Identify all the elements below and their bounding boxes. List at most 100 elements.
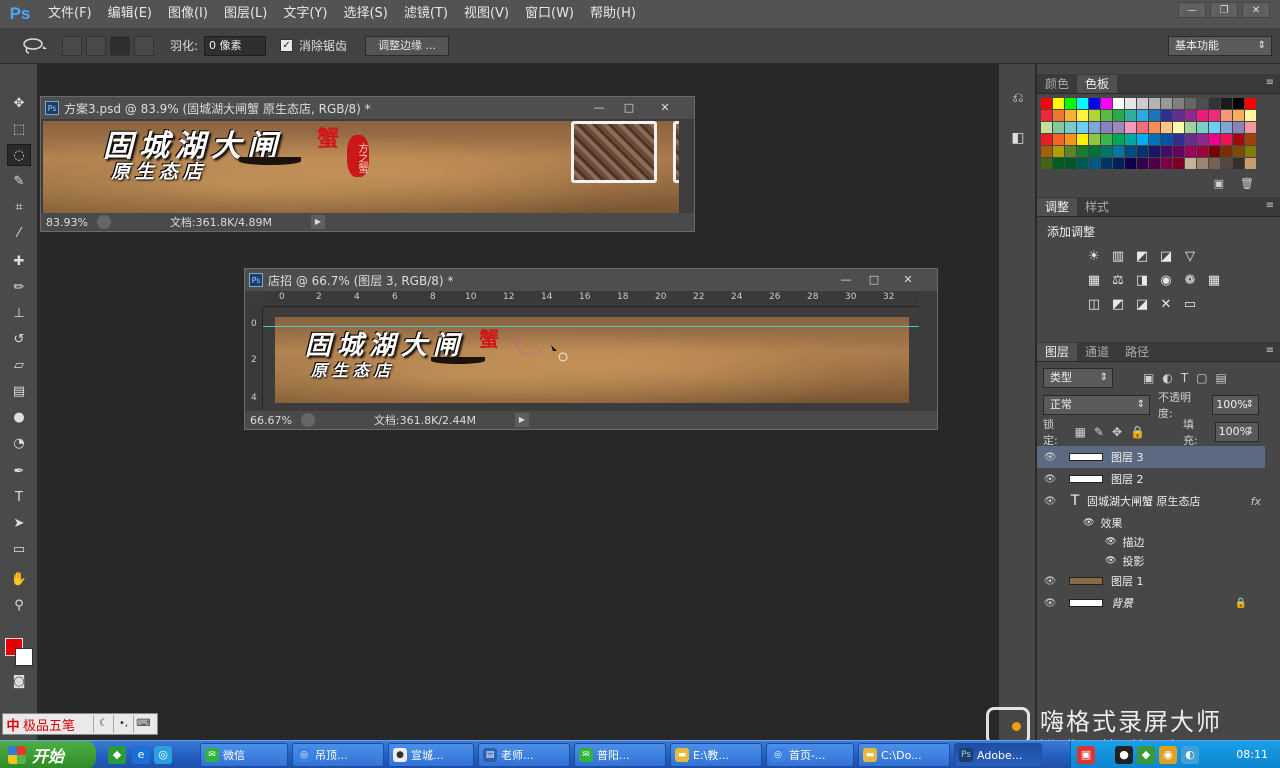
swatch-cell[interactable] <box>1161 110 1172 121</box>
blur-tool-icon[interactable]: ● <box>7 406 31 428</box>
swatch-cell[interactable] <box>1041 134 1052 145</box>
healing-brush-tool-icon[interactable]: ✚ <box>7 250 31 272</box>
swatch-cell[interactable] <box>1161 122 1172 133</box>
history-brush-tool-icon[interactable]: ↺ <box>7 328 31 350</box>
doc1-zoom[interactable]: 83.93% <box>41 216 97 229</box>
swatch-cell[interactable] <box>1185 98 1196 109</box>
punctuation-icon[interactable]: •, <box>113 715 133 733</box>
swatch-cell[interactable] <box>1089 134 1100 145</box>
swatch-cell[interactable] <box>1041 146 1052 157</box>
pen-tool-icon[interactable]: ✒ <box>7 460 31 482</box>
close-icon[interactable]: ✕ <box>893 272 923 288</box>
swatch-cell[interactable] <box>1173 122 1184 133</box>
swatch-cell[interactable] <box>1125 110 1136 121</box>
swatch-cell[interactable] <box>1149 122 1160 133</box>
menu-file[interactable]: 文件(F) <box>40 0 100 28</box>
new-swatch-icon[interactable]: ▣ <box>1214 177 1224 190</box>
swatch-cell[interactable] <box>1197 110 1208 121</box>
doc1-status-icon[interactable] <box>97 215 111 229</box>
swatch-cell[interactable] <box>1053 158 1064 169</box>
swatch-cell[interactable] <box>1041 98 1052 109</box>
start-button[interactable]: 开始 <box>0 741 96 768</box>
moon-icon[interactable]: ☾ <box>93 715 113 733</box>
swatch-cell[interactable] <box>1245 110 1256 121</box>
menu-type[interactable]: 文字(Y) <box>275 0 335 28</box>
swatch-cell[interactable] <box>1173 158 1184 169</box>
restore-icon[interactable]: ❐ <box>1210 2 1238 18</box>
swatch-cell[interactable] <box>1233 146 1244 157</box>
lock-move-icon[interactable]: ✥ <box>1112 425 1122 439</box>
swatch-cell[interactable] <box>1101 110 1112 121</box>
trash-icon[interactable]: 🗑 <box>1240 177 1254 190</box>
refine-edge-button[interactable]: 调整边缘 ... <box>365 35 450 56</box>
swatch-cell[interactable] <box>1185 134 1196 145</box>
swatch-cell[interactable] <box>1221 122 1232 133</box>
swatch-cell[interactable] <box>1173 110 1184 121</box>
dodge-tool-icon[interactable]: ◔ <box>7 432 31 454</box>
swatch-cell[interactable] <box>1137 134 1148 145</box>
swatch-cell[interactable] <box>1089 122 1100 133</box>
swatch-cell[interactable] <box>1137 110 1148 121</box>
new-selection-icon[interactable] <box>62 35 82 56</box>
filter-image-icon[interactable]: ▣ <box>1143 371 1154 385</box>
crop-tool-icon[interactable]: ⌗ <box>7 196 31 218</box>
task-3[interactable]: ● 宣城... <box>388 743 474 767</box>
selective-color-icon[interactable]: ✕ <box>1157 296 1175 314</box>
swatch-cell[interactable] <box>1149 146 1160 157</box>
path-select-tool-icon[interactable]: ➤ <box>7 512 31 534</box>
swatch-cell[interactable] <box>1197 122 1208 133</box>
visibility-eye-icon[interactable]: 👁 <box>1083 518 1094 528</box>
swatch-cell[interactable] <box>1161 158 1172 169</box>
tab-adjustments[interactable]: 调整 <box>1037 198 1078 216</box>
tab-channels[interactable]: 通道 <box>1077 343 1117 361</box>
menu-image[interactable]: 图像(I) <box>160 0 216 28</box>
menu-help[interactable]: 帮助(H) <box>582 0 644 28</box>
minimize-icon[interactable]: — <box>584 100 614 116</box>
ime-logo[interactable]: 中 <box>3 715 23 734</box>
swatch-cell[interactable] <box>1161 98 1172 109</box>
swatch-cell[interactable] <box>1209 146 1220 157</box>
swatch-cell[interactable] <box>1245 158 1256 169</box>
swatch-cell[interactable] <box>1089 110 1100 121</box>
vertical-ruler[interactable]: 0 2 4 <box>247 307 263 409</box>
swatch-cell[interactable] <box>1113 158 1124 169</box>
task-4[interactable]: ▤ 老师... <box>478 743 570 767</box>
swatch-cell[interactable] <box>1101 98 1112 109</box>
black-white-icon[interactable]: ◨ <box>1133 272 1151 290</box>
photo-filter-icon[interactable]: ◉ <box>1157 272 1175 290</box>
doc1-titlebar[interactable]: Ps 方案3.psd @ 83.9% (固城湖大闸蟹 原生态店, RGB/8) … <box>41 97 694 119</box>
lasso-tool-preset-icon[interactable] <box>14 33 58 59</box>
swatch-cell[interactable] <box>1113 134 1124 145</box>
move-tool-icon[interactable]: ✥ <box>7 92 31 114</box>
swatch-cell[interactable] <box>1125 98 1136 109</box>
eyedropper-tool-icon[interactable]: ⁄ <box>7 222 31 244</box>
swatch-cell[interactable] <box>1053 146 1064 157</box>
add-selection-icon[interactable] <box>86 35 106 56</box>
swatch-cell[interactable] <box>1245 122 1256 133</box>
task-6[interactable]: ▬ E:\教... <box>670 743 762 767</box>
swatch-cell[interactable] <box>1221 98 1232 109</box>
swatch-cell[interactable] <box>1101 134 1112 145</box>
minimize-icon[interactable]: — <box>1178 2 1206 18</box>
panel-menu-icon[interactable]: ≡ <box>1266 77 1274 88</box>
lock-all-icon[interactable]: 🔒 <box>1130 425 1145 439</box>
workspace-select[interactable]: 基本功能 <box>1168 36 1272 56</box>
blend-mode-select[interactable]: 正常 <box>1043 395 1150 415</box>
swatch-cell[interactable] <box>1197 158 1208 169</box>
layer-row-text[interactable]: 👁 T 固城湖大闸蟹 原生态店 fx <box>1037 490 1265 512</box>
document-window-1[interactable]: Ps 方案3.psd @ 83.9% (固城湖大闸蟹 原生态店, RGB/8) … <box>40 96 695 232</box>
swatch-cell[interactable] <box>1149 110 1160 121</box>
swatch-cell[interactable] <box>1101 122 1112 133</box>
lock-transparent-icon[interactable]: ▦ <box>1075 425 1086 439</box>
swatch-cell[interactable] <box>1137 98 1148 109</box>
swatch-cell[interactable] <box>1245 98 1256 109</box>
swatch-cell[interactable] <box>1161 146 1172 157</box>
menu-layer[interactable]: 图层(L) <box>216 0 275 28</box>
feather-input[interactable]: 0 像素 <box>204 35 267 56</box>
quick-mask-icon[interactable]: ◙ <box>7 670 31 692</box>
doc1-scrollbar[interactable] <box>680 121 694 215</box>
swatch-cell[interactable] <box>1173 146 1184 157</box>
stamp-tool-icon[interactable]: ⊥ <box>7 302 31 324</box>
swatch-cell[interactable] <box>1233 110 1244 121</box>
swatch-cell[interactable] <box>1197 98 1208 109</box>
